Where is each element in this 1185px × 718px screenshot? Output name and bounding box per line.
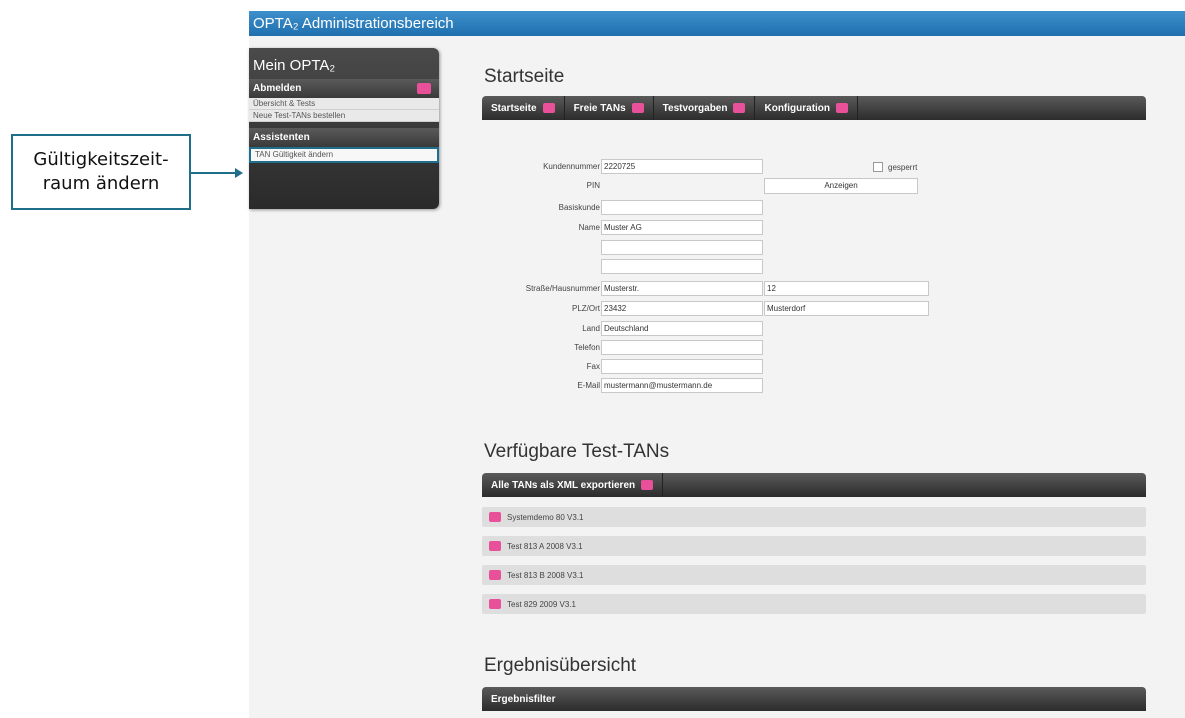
tan-row[interactable]: Test 829 2009 V3.1 [482, 594, 1146, 614]
tan-row-label: Test 813 B 2008 V3.1 [507, 570, 584, 580]
checkbox-gesperrt[interactable] [873, 162, 883, 172]
label-name: Name [578, 223, 600, 232]
window-title: OPTA₂ Administrationsbereich [249, 11, 1185, 36]
sidebar-title: Mein OPTA₂ [253, 57, 336, 74]
label-land: Land [582, 324, 600, 333]
field-fax[interactable] [601, 359, 763, 374]
menu-startseite[interactable]: Startseite [482, 96, 565, 120]
menu-konfiguration[interactable]: Konfiguration [755, 96, 859, 120]
sidebar-logout-label: Abmelden [253, 83, 302, 94]
field-ort[interactable]: Musterdorf [764, 301, 929, 316]
menu-testvorgaben-label: Testvorgaben [662, 102, 728, 114]
logout-arrow-icon [417, 83, 431, 94]
field-land[interactable]: Deutschland [601, 321, 763, 336]
tan-row-label: Test 813 A 2008 V3.1 [507, 541, 583, 551]
field-kundennummer[interactable]: 2220725 [601, 159, 763, 174]
sidebar-section-assistants: Assistenten [249, 128, 439, 147]
menu-testvorgaben[interactable]: Testvorgaben [654, 96, 756, 120]
results-filter-label[interactable]: Ergebnisfilter [482, 687, 564, 711]
menu-freie-tans-label: Freie TANs [573, 102, 626, 114]
label-pin: PIN [586, 181, 600, 190]
callout-line-1: Gültigkeitszeit- [33, 149, 169, 170]
main-menu: Startseite Freie TANs Testvorgaben Konfi… [482, 96, 1146, 120]
expand-arrow-icon [489, 512, 501, 522]
field-name[interactable]: Muster AG [601, 220, 763, 235]
menu-arrow-icon [733, 103, 746, 113]
menu-arrow-icon [542, 103, 555, 113]
callout-arrow-icon [191, 168, 243, 178]
menu-arrow-icon [836, 103, 849, 113]
export-xml-button[interactable]: Alle TANs als XML exportieren [482, 473, 664, 497]
export-arrow-icon [641, 480, 654, 490]
expand-arrow-icon [489, 541, 501, 551]
tan-row-label: Test 829 2009 V3.1 [507, 599, 576, 609]
label-telefon: Telefon [574, 343, 600, 352]
expand-arrow-icon [489, 570, 501, 580]
label-email: E-Mail [577, 381, 600, 390]
label-gesperrt: gesperrt [888, 163, 918, 172]
field-hausnummer[interactable]: 12 [764, 281, 929, 296]
sidebar-item-order-tans[interactable]: Neue Test-TANs bestellen [249, 110, 439, 122]
label-basiskunde: Basiskunde [558, 203, 600, 212]
label-fax: Fax [586, 362, 600, 371]
label-plzort: PLZ/Ort [571, 304, 600, 313]
sidebar-item-overview[interactable]: Übersicht & Tests [249, 98, 439, 110]
expand-arrow-icon [489, 599, 501, 609]
label-strasse: Straße/Hausnummer [525, 284, 600, 293]
field-plz[interactable]: 23432 [601, 301, 763, 316]
page-title: Startseite [484, 66, 565, 87]
section-title-results: Ergebnisübersicht [484, 655, 637, 676]
section-title-tans: Verfügbare Test-TANs [484, 441, 670, 462]
tan-row-label: Systemdemo 80 V3.1 [507, 512, 584, 522]
field-name-3[interactable] [601, 259, 763, 274]
field-strasse[interactable]: Musterstr. [601, 281, 763, 296]
tan-row[interactable]: Systemdemo 80 V3.1 [482, 507, 1146, 527]
annotation-callout: Gültigkeitszeit- raum ändern [11, 134, 191, 210]
callout-line-2: raum ändern [42, 173, 160, 194]
show-pin-button[interactable]: Anzeigen [764, 178, 918, 194]
sidebar: Mein OPTA₂ Abmelden Übersicht & Tests Ne… [249, 48, 439, 209]
label-kundennummer: Kundennummer [543, 162, 600, 171]
field-email[interactable]: mustermann@mustermann.de [601, 378, 763, 393]
menu-freie-tans[interactable]: Freie TANs [565, 96, 654, 120]
tans-toolbar: Alle TANs als XML exportieren [482, 473, 1146, 497]
field-name-2[interactable] [601, 240, 763, 255]
tan-row[interactable]: Test 813 B 2008 V3.1 [482, 565, 1146, 585]
field-telefon[interactable] [601, 340, 763, 355]
menu-konfiguration-label: Konfiguration [764, 102, 831, 114]
sidebar-item-tan-validity[interactable]: TAN Gültigkeit ändern [249, 147, 439, 163]
app-window: OPTA₂ Administrationsbereich Mein OPTA₂ … [249, 11, 1185, 718]
menu-arrow-icon [631, 103, 644, 113]
export-xml-label: Alle TANs als XML exportieren [491, 479, 636, 491]
menu-startseite-label: Startseite [491, 102, 537, 114]
tan-row[interactable]: Test 813 A 2008 V3.1 [482, 536, 1146, 556]
results-toolbar: Ergebnisfilter [482, 687, 1146, 711]
sidebar-logout[interactable]: Abmelden [249, 79, 439, 98]
field-basiskunde[interactable] [601, 200, 763, 215]
